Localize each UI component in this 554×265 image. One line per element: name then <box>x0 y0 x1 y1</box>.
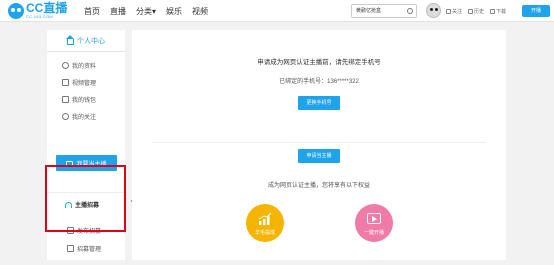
search-input[interactable]: 黄鹂亿抢盒 <box>351 4 417 18</box>
benefits-title: 成为网页认证主播，您将享有以下权益 <box>267 183 370 189</box>
nav-live[interactable]: 直播 <box>110 6 126 17</box>
sidebar-item-label: 招募管理 <box>77 246 102 253</box>
clock-icon <box>468 8 474 14</box>
search-value: 黄鹂亿抢盒 <box>356 8 382 14</box>
site-logo[interactable]: CC直播 CC.163.COM <box>8 2 67 20</box>
follow-action[interactable]: 关注 <box>446 8 462 15</box>
video-icon <box>62 78 69 86</box>
heart-icon <box>446 8 451 14</box>
search-icon[interactable] <box>407 8 413 14</box>
nav-home[interactable]: 首页 <box>84 6 100 17</box>
nav-category[interactable]: 分类▾ <box>136 6 156 17</box>
sidebar-item-following[interactable]: 我的关注 <box>62 111 96 121</box>
user-icon <box>62 61 69 69</box>
download-icon <box>490 8 496 14</box>
benefit-commission: 羊毛提成 <box>246 204 284 242</box>
mascot-icon <box>8 3 24 19</box>
heart-icon <box>62 112 69 120</box>
header-actions: 关注 历史 下载 <box>446 0 506 22</box>
content-divider <box>152 142 486 143</box>
verify-prompt: 申请成为网页认证主播前，请先绑定手机号 <box>257 59 381 66</box>
home-icon <box>66 34 74 45</box>
sidebar-item-wallet[interactable]: 我的钱包 <box>62 94 96 104</box>
main-nav: 首页 直播 分类▾ 娱乐 视频 <box>84 0 208 22</box>
history-label: 历史 <box>474 8 485 15</box>
sidebar-item-label: 视频管理 <box>72 80 97 87</box>
phone-value: 136*****322 <box>327 79 359 85</box>
download-label: 下载 <box>496 8 507 15</box>
sidebar-item-label: 我的资料 <box>72 63 97 70</box>
benefit-label: 羊毛提成 <box>254 230 275 236</box>
history-action[interactable]: 历史 <box>468 8 484 15</box>
bound-phone: 已绑定的手机号：136*****322 <box>132 76 506 85</box>
sidebar-item-label: 我的钱包 <box>72 97 97 104</box>
highlight-annotation-box <box>45 165 126 232</box>
sidebar-title: 个人中心 <box>77 37 105 45</box>
sidebar-item-profile[interactable]: 我的资料 <box>62 60 96 70</box>
benefit-label: 一键开播 <box>363 230 384 236</box>
logo-text: CC直播 <box>26 1 68 15</box>
user-avatar[interactable] <box>426 3 441 18</box>
wallet-icon <box>62 95 69 103</box>
follow-label: 关注 <box>452 8 463 15</box>
briefcase-icon <box>67 244 74 252</box>
phone-label: 已绑定的手机号： <box>279 79 328 85</box>
change-phone-button[interactable]: 更换手机号 <box>298 96 340 110</box>
benefit-one-click-live: 一键开播 <box>355 204 393 242</box>
download-action[interactable]: 下载 <box>490 8 506 15</box>
sidebar-item-label: 我的关注 <box>72 114 97 121</box>
nav-entertainment[interactable]: 娱乐 <box>166 6 182 17</box>
sidebar-item-manage-recruit[interactable]: 招募管理 <box>67 243 101 253</box>
nav-video[interactable]: 视频 <box>192 6 208 17</box>
main-panel: 申请成为网页认证主播前，请先绑定手机号 已绑定的手机号：136*****322 … <box>132 30 506 260</box>
growth-chart-icon <box>258 212 272 225</box>
sidebar-item-videos[interactable]: 视频管理 <box>62 77 96 87</box>
apply-anchor-button[interactable]: 申请当主播 <box>298 149 340 163</box>
sidebar-header: 个人中心 <box>47 30 125 52</box>
start-live-button[interactable]: 开播 <box>522 5 550 17</box>
top-navigation-bar: CC直播 CC.163.COM 首页 直播 分类▾ 娱乐 视频 黄鹂亿抢盒 关注… <box>0 0 554 22</box>
play-icon <box>367 213 381 224</box>
